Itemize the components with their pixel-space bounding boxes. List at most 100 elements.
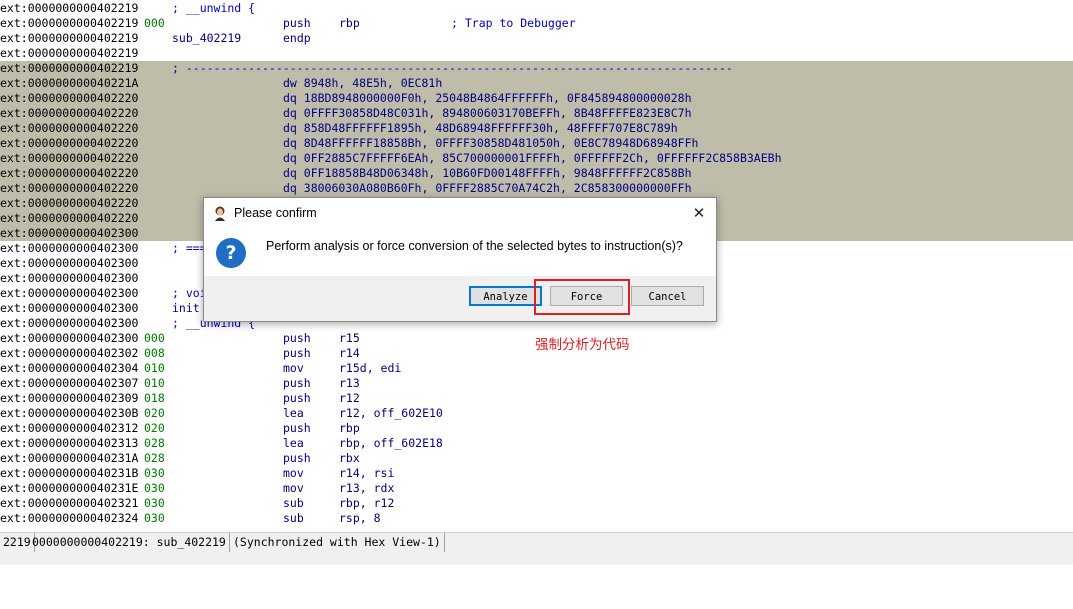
address-text: ext:0000000000402220 <box>0 136 139 150</box>
address-text: ext:0000000000402300 <box>0 226 139 240</box>
address-text: ext:0000000000402313 <box>0 436 139 450</box>
address-text: ext:0000000000402219 <box>0 61 139 75</box>
listing-line[interactable]: ext:0000000000402309 018 push r12 <box>0 391 1073 406</box>
address-text: ext:0000000000402300 <box>0 286 139 300</box>
mnemonic: dw 8948h, 48E5h, 0EC81h <box>283 76 443 90</box>
mnemonic: endp <box>283 31 311 45</box>
operands: rbp, r12 <box>339 496 395 510</box>
address-text: ext:000000000040231E <box>0 481 139 495</box>
force-button-highlight-box <box>534 279 630 315</box>
address-text: ext:0000000000402300 <box>0 301 139 315</box>
operands: r15d, edi <box>339 361 402 375</box>
listing-line[interactable]: ext:000000000040221A dw 8948h, 48E5h, 0EC… <box>0 76 1073 91</box>
annotation-text: 强制分析为代码 <box>535 337 630 353</box>
address-text: ext:0000000000402220 <box>0 166 139 180</box>
stack-offset: 028 <box>144 436 165 450</box>
mnemonic: sub <box>283 496 304 510</box>
dialog-body: ? Perform analysis or force conversion o… <box>204 228 716 276</box>
stack-offset: 030 <box>144 496 165 510</box>
mnemonic: mov <box>283 481 304 495</box>
operands: rbp, off_602E18 <box>339 436 443 450</box>
listing-line[interactable]: ext:0000000000402219 ; ------------------… <box>0 61 1073 76</box>
close-icon[interactable]: ✕ <box>688 202 710 224</box>
analyze-button[interactable]: Analyze <box>469 286 542 306</box>
dialog-titlebar[interactable]: Please confirm ✕ <box>204 198 716 228</box>
dialog-title: Please confirm <box>234 206 317 220</box>
address-text: ext:0000000000402300 <box>0 331 139 345</box>
mnemonic: push <box>283 16 311 30</box>
mnemonic: push <box>283 376 311 390</box>
mnemonic: sub <box>283 511 304 525</box>
listing-line[interactable]: ext:0000000000402220 dq 0FF18858B48D06348… <box>0 166 1073 181</box>
listing-line[interactable]: ext:0000000000402219 sub_402219 endp <box>0 31 1073 46</box>
operands: r12 <box>339 391 360 405</box>
confirm-dialog: Please confirm ✕ ? Perform analysis or f… <box>203 197 717 322</box>
listing-line[interactable]: ext:000000000040231E 030 mov r13, rdx <box>0 481 1073 496</box>
listing-line[interactable]: ext:0000000000402313 028 lea rbp, off_602E1… <box>0 436 1073 451</box>
listing-line[interactable]: ext:0000000000402324 030 sub rsp, 8 <box>0 511 1073 526</box>
mnemonic: dq 0FFFF30858D48C031h, 894800603170BEFFh… <box>283 106 692 120</box>
mnemonic: lea <box>283 436 304 450</box>
address-text: ext:0000000000402321 <box>0 496 139 510</box>
listing-line[interactable]: ext:000000000040231B 030 mov r14, rsi <box>0 466 1073 481</box>
listing-line[interactable]: ext:0000000000402304 010 mov r15d, edi <box>0 361 1073 376</box>
address-text: ext:0000000000402324 <box>0 511 139 525</box>
listing-line[interactable]: ext:0000000000402220 dq 18BD8948000000F0h… <box>0 91 1073 106</box>
mnemonic: dq 38006030A080B60Fh, 0FFFF2885C70A74C2h… <box>283 181 692 195</box>
mnemonic: mov <box>283 466 304 480</box>
listing-line[interactable]: ext:000000000040231A 028 push rbx <box>0 451 1073 466</box>
mnemonic: dq 0FF2885C7FFFFF6EAh, 85C700000001FFFFh… <box>283 151 782 165</box>
address-text: ext:0000000000402309 <box>0 391 139 405</box>
listing-line[interactable]: ext:0000000000402220 dq 0FF2885C7FFFFF6EA… <box>0 151 1073 166</box>
address-text: ext:000000000040231A <box>0 451 139 465</box>
operands: rsp, 8 <box>339 511 381 525</box>
stack-offset: 000 <box>144 331 165 345</box>
listing-line[interactable]: ext:0000000000402219 ; __unwind { <box>0 1 1073 16</box>
status-cell-sync: (Synchronized with Hex View-1) <box>230 533 445 552</box>
address-text: ext:0000000000402220 <box>0 211 139 225</box>
address-text: ext:0000000000402220 <box>0 121 139 135</box>
listing-line[interactable]: ext:0000000000402219 000 push rbp ; Trap to … <box>0 16 1073 31</box>
address-text: ext:0000000000402300 <box>0 316 139 330</box>
stack-offset: 020 <box>144 406 165 420</box>
cancel-button[interactable]: Cancel <box>631 286 704 306</box>
address-text: ext:0000000000402220 <box>0 196 139 210</box>
mnemonic: dq 8D48FFFFFF18858Bh, 0FFFF30858D481050h… <box>283 136 699 150</box>
mnemonic: dq 858D48FFFFFF1895h, 48D68948FFFFFF30h,… <box>283 121 678 135</box>
operands: r12, off_602E10 <box>339 406 443 420</box>
stack-offset: 010 <box>144 361 165 375</box>
mnemonic: push <box>283 451 311 465</box>
mnemonic: push <box>283 346 311 360</box>
listing-line[interactable]: ext:0000000000402219 <box>0 46 1073 61</box>
listing-line[interactable]: ext:0000000000402312 020 push rbp <box>0 421 1073 436</box>
stack-offset: 030 <box>144 466 165 480</box>
listing-line[interactable]: ext:0000000000402220 dq 0FFFF30858D48C031… <box>0 106 1073 121</box>
address-text: ext:000000000040221A <box>0 76 139 90</box>
listing-line[interactable]: ext:0000000000402321 030 sub rbp, r12 <box>0 496 1073 511</box>
address-text: ext:0000000000402220 <box>0 91 139 105</box>
operands: rbp <box>339 421 360 435</box>
comment: ; __unwind { <box>172 1 256 15</box>
listing-line[interactable]: ext:0000000000402220 dq 858D48FFFFFF1895h… <box>0 121 1073 136</box>
listing-line[interactable]: ext:0000000000402220 dq 38006030A080B60Fh… <box>0 181 1073 196</box>
address-text: ext:0000000000402219 <box>0 16 139 30</box>
address-text: ext:0000000000402304 <box>0 361 139 375</box>
listing-line[interactable]: ext:000000000040230B 020 lea r12, off_602E1… <box>0 406 1073 421</box>
address-text: ext:0000000000402300 <box>0 241 139 255</box>
status-bar: 2219 0000000000402219: sub_402219 (Synch… <box>0 532 1073 553</box>
mnemonic: push <box>283 391 311 405</box>
address-text: ext:0000000000402312 <box>0 421 139 435</box>
address-text: ext:0000000000402307 <box>0 376 139 390</box>
comment: ; --------------------------------------… <box>172 61 733 75</box>
stack-offset: 030 <box>144 481 165 495</box>
operands: rbx <box>339 451 360 465</box>
label-text: init <box>172 301 200 315</box>
ida-app-icon <box>215 206 225 221</box>
mnemonic: lea <box>283 406 304 420</box>
mnemonic: dq 18BD8948000000F0h, 25048B4864FFFFFFh,… <box>283 91 692 105</box>
listing-line[interactable]: ext:0000000000402220 dq 8D48FFFFFF18858Bh… <box>0 136 1073 151</box>
listing-line[interactable]: ext:0000000000402307 010 push r13 <box>0 376 1073 391</box>
label-text: sub_402219 <box>172 31 242 45</box>
operands: r14 <box>339 346 360 360</box>
operands: r13, rdx <box>339 481 395 495</box>
